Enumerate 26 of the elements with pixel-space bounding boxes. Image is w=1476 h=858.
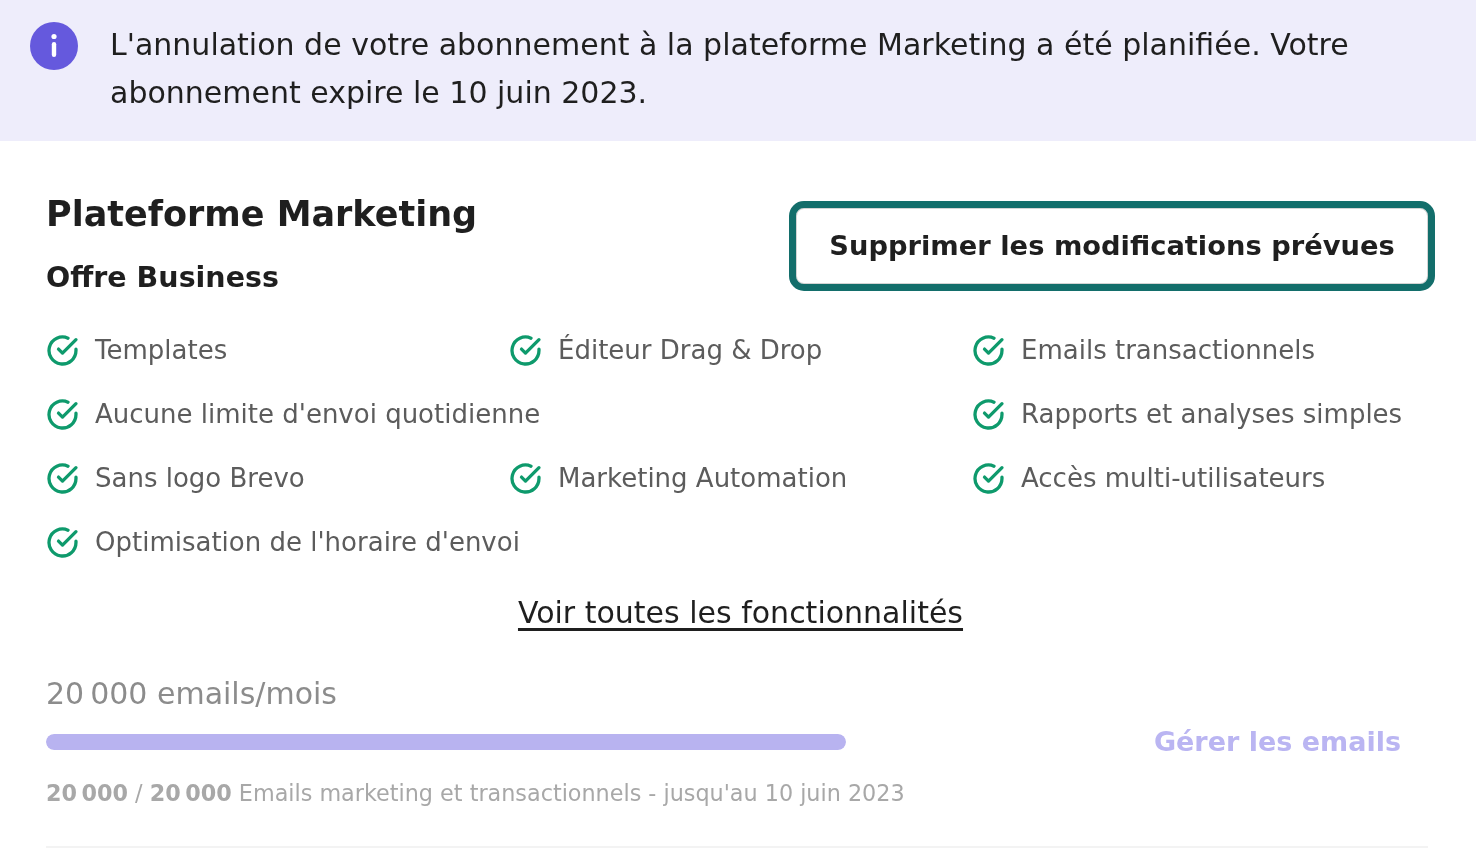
- feature-label: Emails transactionnels: [1021, 334, 1316, 367]
- check-circle-icon: [46, 525, 79, 559]
- feature-label: Rapports et analyses simples: [1021, 398, 1403, 431]
- banner-message: L'annulation de votre abonnement à la plateforme Marketing a été planifiée. Votre abonnement expire le 10 juin 2023.: [110, 26, 1350, 112]
- info-icon: [30, 22, 78, 70]
- check-circle-icon: [46, 461, 79, 495]
- usage-detail: 20 000 / 20 000 Emails marketing et transactionnels - jusqu'au 10 juin 2023: [46, 779, 906, 808]
- all-features-link[interactable]: Voir toutes les fonctionnalités: [517, 593, 963, 633]
- check-circle-icon: [972, 461, 1005, 495]
- plan-name: Offre Business: [46, 260, 280, 296]
- check-circle-icon: [46, 397, 79, 431]
- product-title: Plateforme Marketing: [46, 193, 478, 236]
- check-circle-icon: [972, 397, 1005, 431]
- check-circle-icon: [46, 333, 79, 367]
- feature-label: Éditeur Drag & Drop: [558, 333, 823, 367]
- feature-label: Sans logo Brevo: [95, 462, 305, 495]
- check-circle-icon: [509, 333, 542, 367]
- check-circle-icon: [972, 333, 1005, 367]
- feature-label: Accès multi-utilisateurs: [1021, 462, 1326, 495]
- check-circle-icon: [509, 461, 542, 495]
- feature-label: Aucune limite d'envoi quotidienne: [95, 398, 541, 431]
- cancel-changes-button[interactable]: Supprimer les modifications prévues: [789, 201, 1435, 291]
- feature-label: Optimisation de l'horaire d'envoi: [95, 526, 520, 559]
- feature-label: Templates: [95, 334, 228, 367]
- feature-label: Marketing Automation: [558, 462, 848, 495]
- usage-title: 20 000 emails/mois: [46, 675, 338, 713]
